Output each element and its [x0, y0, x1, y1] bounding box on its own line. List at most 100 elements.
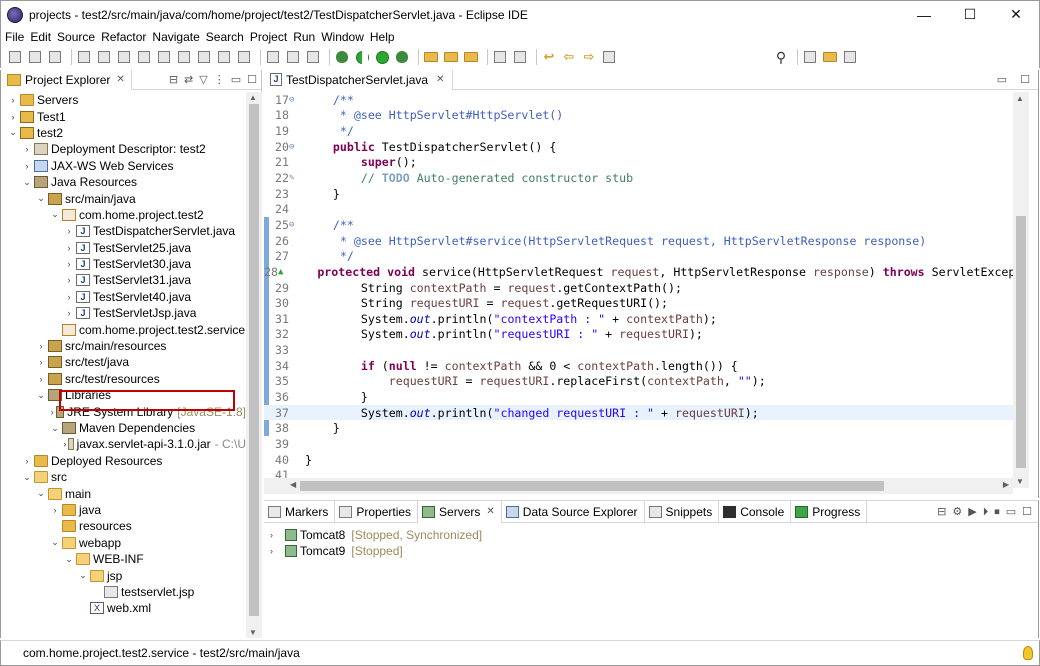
pin-editor-icon[interactable] [601, 49, 617, 65]
editor-vertical-scrollbar[interactable]: ▲ ▼ [1013, 92, 1029, 488]
code-line[interactable]: 31 System.out.println("contextPath : " +… [264, 311, 1013, 327]
tree-item[interactable]: ⌄ webapp [1, 535, 246, 551]
forward-icon[interactable]: ⇨ [581, 49, 597, 65]
open-task-icon[interactable] [463, 49, 479, 65]
scrollbar-thumb[interactable] [300, 481, 884, 491]
maximize-view-icon[interactable]: ☐ [1020, 74, 1030, 86]
debug-icon[interactable] [334, 49, 350, 65]
previous-annotation-icon[interactable] [512, 49, 528, 65]
expand-toggle-icon[interactable]: › [7, 112, 19, 122]
expand-toggle-icon[interactable]: ⌄ [21, 472, 33, 483]
code-line[interactable]: 30 String requestURI = request.getReques… [264, 295, 1013, 311]
new-package-icon[interactable] [423, 49, 439, 65]
scrollbar-thumb[interactable] [1016, 216, 1026, 468]
view-tool-icon[interactable]: ⚙ [952, 506, 962, 518]
expand-toggle-icon[interactable]: ⌄ [35, 390, 47, 401]
code-line[interactable]: 36 } [264, 389, 1013, 405]
view-tool-icon[interactable]: ⏹ [994, 506, 1000, 518]
tree-item[interactable]: › Servers [1, 92, 246, 108]
java-ee-perspective-icon[interactable] [822, 49, 838, 65]
expand-toggle-icon[interactable]: › [35, 341, 47, 351]
code-line[interactable]: 35 requestURI = requestURI.replaceFirst(… [264, 374, 1013, 390]
gutter-marker[interactable]: ✎ [289, 173, 299, 183]
expand-toggle-icon[interactable]: › [270, 530, 282, 540]
expand-toggle-icon[interactable]: › [21, 456, 33, 466]
java-perspective-icon[interactable] [842, 49, 858, 65]
tree-item[interactable]: › src/test/resources [1, 371, 246, 387]
tree-item[interactable]: › src/main/resources [1, 338, 246, 354]
minimize-view-icon[interactable]: ▭ [231, 73, 241, 86]
close-icon[interactable]: ✕ [486, 506, 494, 517]
tree-item[interactable]: resources [1, 518, 246, 534]
expand-toggle-icon[interactable]: ⌄ [49, 423, 61, 434]
expand-toggle-icon[interactable]: › [7, 95, 19, 105]
code-line[interactable]: 27 */ [264, 248, 1013, 264]
expand-toggle-icon[interactable]: ⌄ [35, 193, 47, 204]
expand-toggle-icon[interactable]: ⌄ [49, 209, 61, 220]
tab-data-source-explorer[interactable]: Data Source Explorer [502, 500, 645, 523]
tree-item[interactable]: › J TestServlet25.java [1, 240, 246, 256]
search-icon[interactable]: ⚲ [773, 49, 789, 65]
skip-breakpoints-icon[interactable] [96, 49, 112, 65]
gutter-marker[interactable]: ⊖ [289, 220, 299, 230]
expand-toggle-icon[interactable]: ⌄ [35, 488, 47, 499]
menu-file[interactable]: File [5, 30, 24, 44]
step-return-icon[interactable] [236, 49, 252, 65]
expand-toggle-icon[interactable]: ⌄ [7, 127, 19, 138]
tip-lightbulb-icon[interactable] [1023, 646, 1033, 660]
expand-toggle-icon[interactable]: › [63, 259, 75, 269]
collapse-all-icon[interactable]: ⊟ [169, 73, 178, 86]
tree-item[interactable]: testservlet.jsp [1, 584, 246, 600]
code-line[interactable]: 22 ✎ // TODO Auto-generated constructor s… [264, 170, 1013, 186]
tree-item[interactable]: ⌄ Java Resources [1, 174, 246, 190]
scroll-up-icon[interactable]: ▲ [1016, 94, 1024, 103]
tree-item[interactable]: ⌄ jsp [1, 567, 246, 583]
view-tool-icon[interactable]: ⏵ [983, 506, 989, 518]
tree-item[interactable]: › J TestServlet40.java [1, 289, 246, 305]
explorer-vertical-scrollbar[interactable]: ▲ ▼ [246, 92, 262, 638]
tree-item[interactable]: ⌄ src [1, 469, 246, 485]
code-line[interactable]: 24 [264, 201, 1013, 217]
code-editor[interactable]: 17 ⊖ /** 18 * @see HttpServlet#HttpServlet… [264, 92, 1013, 488]
tree-item[interactable]: › J TestServlet30.java [1, 256, 246, 272]
code-line[interactable]: 28 ▲ protected void service(HttpServletRe… [264, 264, 1013, 280]
tree-item[interactable]: com.home.project.test2.service [1, 321, 246, 337]
maximize-button[interactable]: ☐ [947, 1, 993, 29]
back-icon[interactable]: ⇦ [561, 49, 577, 65]
editor-horizontal-scrollbar[interactable]: ◀ ▶ [264, 478, 1013, 494]
tab-project-explorer[interactable]: Project Explorer ✕ [1, 69, 132, 90]
code-line[interactable]: 26 * @see HttpServlet#service(HttpServle… [264, 233, 1013, 249]
resume-icon[interactable] [116, 49, 132, 65]
view-tool-icon[interactable]: ▭ [1006, 506, 1016, 518]
expand-toggle-icon[interactable]: › [63, 275, 75, 285]
scrollbar-thumb[interactable] [249, 104, 259, 616]
scroll-right-icon[interactable]: ▶ [1003, 480, 1009, 489]
scroll-up-icon[interactable]: ▲ [249, 93, 257, 102]
suspend-icon[interactable] [136, 49, 152, 65]
tree-item[interactable]: › javax.servlet-api-3.1.0.jar - C:\U [1, 436, 246, 452]
tree-item[interactable]: ⌄ main [1, 485, 246, 501]
tree-item[interactable]: › Test1 [1, 108, 246, 124]
gutter-marker[interactable]: ⊖ [289, 95, 299, 105]
close-icon[interactable]: ✕ [436, 74, 444, 85]
open-perspective-icon[interactable] [802, 49, 818, 65]
tab-servers[interactable]: Servers ✕ [418, 500, 502, 523]
code-line[interactable]: 39 [264, 436, 1013, 452]
tab-properties[interactable]: Properties [335, 500, 419, 523]
tab-testdispatcherservlet[interactable]: J TestDispatcherServlet.java ✕ [264, 69, 454, 90]
expand-toggle-icon[interactable]: ⌄ [63, 554, 75, 565]
tree-item[interactable]: › java [1, 502, 246, 518]
code-line[interactable]: 17 ⊖ /** [264, 92, 1013, 108]
menu-help[interactable]: Help [370, 30, 395, 44]
code-line[interactable]: 20 ⊖ public TestDispatcherServlet() { [264, 139, 1013, 155]
server-row[interactable]: › Tomcat8 [Stopped, Synchronized] [264, 527, 1038, 543]
view-tool-icon[interactable]: ▶ [968, 506, 976, 518]
toggle-block-icon[interactable] [265, 49, 281, 65]
disconnect-icon[interactable] [176, 49, 192, 65]
code-line[interactable]: 25 ⊖ /** [264, 217, 1013, 233]
code-line[interactable]: 32 System.out.println("requestURI : " + … [264, 327, 1013, 343]
expand-toggle-icon[interactable]: ⌄ [77, 570, 89, 581]
external-tools-icon[interactable] [394, 49, 410, 65]
gutter-marker[interactable]: ⊖ [289, 142, 299, 152]
scroll-left-icon[interactable]: ◀ [290, 480, 296, 489]
